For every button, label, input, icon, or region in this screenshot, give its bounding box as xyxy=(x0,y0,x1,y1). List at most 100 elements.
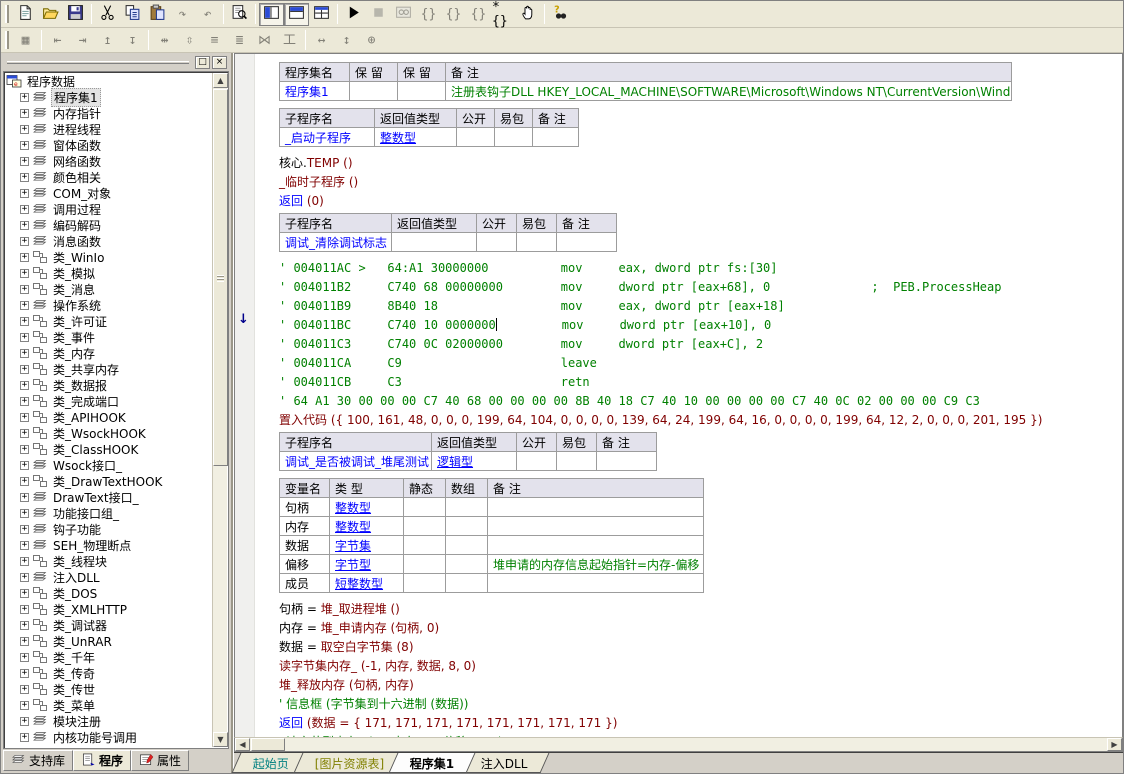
sidebar-tab-属性[interactable]: 属性 xyxy=(131,750,189,771)
tree-item-程序集1[interactable]: +程序集1 xyxy=(6,89,212,105)
tree-item-类_XMLHTTP[interactable]: +类_XMLHTTP xyxy=(6,601,212,617)
editor-tab-程序集1[interactable]: 程序集1 xyxy=(389,753,476,773)
help-find-button[interactable]: ? xyxy=(548,3,573,26)
table-cell[interactable] xyxy=(392,233,477,252)
expand-toggle-icon[interactable]: + xyxy=(20,397,29,406)
tree-item-调用过程[interactable]: +调用过程 xyxy=(6,201,212,217)
scroll-left-button[interactable]: ◀ xyxy=(235,738,250,751)
run-to-cursor-button[interactable]: *{} xyxy=(491,3,516,26)
tree-item-类_调试器[interactable]: +类_调试器 xyxy=(6,617,212,633)
table-cell[interactable] xyxy=(404,498,446,517)
table-cell[interactable] xyxy=(597,452,657,471)
table-cell[interactable]: 成员 xyxy=(280,574,330,593)
expand-toggle-icon[interactable]: + xyxy=(20,429,29,438)
expand-toggle-icon[interactable]: + xyxy=(20,237,29,246)
table-cell[interactable]: 调试_清除调试标志 xyxy=(280,233,392,252)
expand-toggle-icon[interactable]: + xyxy=(20,413,29,422)
expand-toggle-icon[interactable]: + xyxy=(20,525,29,534)
table-cell[interactable] xyxy=(446,555,488,574)
tree-item-操作系统[interactable]: +操作系统 xyxy=(6,297,212,313)
expand-toggle-icon[interactable]: + xyxy=(20,445,29,454)
panel-close-button[interactable]: × xyxy=(212,56,227,69)
scroll-up-button[interactable]: ▲ xyxy=(213,73,228,88)
tree-item-类_共享内存[interactable]: +类_共享内存 xyxy=(6,361,212,377)
tree-item-进程线程[interactable]: +进程线程 xyxy=(6,121,212,137)
table-cell[interactable]: 句柄 xyxy=(280,498,330,517)
expand-toggle-icon[interactable]: + xyxy=(20,157,29,166)
layout-grid-button[interactable] xyxy=(309,3,334,26)
expand-toggle-icon[interactable]: + xyxy=(20,381,29,390)
table-cell[interactable] xyxy=(533,128,579,147)
code-line[interactable]: 数据 = 取空白字节集 (8) xyxy=(279,638,1118,657)
scroll-right-button[interactable]: ▶ xyxy=(1107,738,1122,751)
table-cell[interactable]: 堆申请的内存信息起始指针=内存-偏移 xyxy=(488,555,704,574)
tree-item-类_菜单[interactable]: +类_菜单 xyxy=(6,697,212,713)
paste-button[interactable] xyxy=(145,3,170,26)
tree-item-DrawText接口_[interactable]: +DrawText接口_ xyxy=(6,489,212,505)
table-cell[interactable] xyxy=(404,555,446,574)
table-cell[interactable] xyxy=(557,233,617,252)
table-cell[interactable]: 逻辑型 xyxy=(432,452,517,471)
tree-item-类_线程块[interactable]: +类_线程块 xyxy=(6,553,212,569)
code-line[interactable]: 句柄 = 堆_取进程堆 () xyxy=(279,600,1118,619)
table-cell[interactable]: 偏移 xyxy=(280,555,330,574)
expand-toggle-icon[interactable]: + xyxy=(20,621,29,630)
expand-toggle-icon[interactable]: + xyxy=(20,589,29,598)
open-button[interactable] xyxy=(38,3,63,26)
expand-toggle-icon[interactable]: + xyxy=(20,637,29,646)
expand-toggle-icon[interactable]: + xyxy=(20,93,29,102)
code-line[interactable]: 读字节集内存_ (-1, 内存, 数据, 8, 0) xyxy=(279,657,1118,676)
panel-restore-button[interactable]: □ xyxy=(195,56,210,69)
tree-item-网络函数[interactable]: +网络函数 xyxy=(6,153,212,169)
table-cell[interactable] xyxy=(477,233,517,252)
table-cell[interactable]: 调试_是否被调试_堆尾测试 xyxy=(280,452,432,471)
code-line[interactable]: 内存 = 堆_申请内存 (句柄, 0) xyxy=(279,619,1118,638)
expand-toggle-icon[interactable]: + xyxy=(20,285,29,294)
table-cell[interactable] xyxy=(517,452,557,471)
expand-toggle-icon[interactable]: + xyxy=(20,317,29,326)
tree-item-消息函数[interactable]: +消息函数 xyxy=(6,233,212,249)
expand-toggle-icon[interactable]: + xyxy=(20,173,29,182)
tree-item-Wsock接口_[interactable]: +Wsock接口_ xyxy=(6,457,212,473)
table-cell[interactable] xyxy=(446,517,488,536)
sidebar-tab-程序[interactable]: 程序 xyxy=(73,750,131,771)
hscroll-thumb[interactable] xyxy=(251,738,285,751)
expand-toggle-icon[interactable]: + xyxy=(20,109,29,118)
cut-button[interactable] xyxy=(95,3,120,26)
expand-toggle-icon[interactable]: + xyxy=(20,541,29,550)
tree-item-类_内存[interactable]: +类_内存 xyxy=(6,345,212,361)
code-line[interactable]: 返回 (数据 = { 171, 171, 171, 171, 171, 171,… xyxy=(279,714,1118,733)
tree-item-窗体函数[interactable]: +窗体函数 xyxy=(6,137,212,153)
tree-item-类_传奇[interactable]: +类_传奇 xyxy=(6,665,212,681)
tree-item-注入DLL[interactable]: +注入DLL xyxy=(6,569,212,585)
expand-toggle-icon[interactable]: + xyxy=(20,669,29,678)
layout-left-button[interactable] xyxy=(259,3,284,26)
table-cell[interactable] xyxy=(457,128,495,147)
tree-item-内存指针[interactable]: +内存指针 xyxy=(6,105,212,121)
table-cell[interactable] xyxy=(446,498,488,517)
table-cell[interactable]: 内存 xyxy=(280,517,330,536)
expand-toggle-icon[interactable]: + xyxy=(20,701,29,710)
table-cell[interactable]: 整数型 xyxy=(375,128,457,147)
find-button[interactable] xyxy=(227,3,252,26)
tree-item-钩子功能[interactable]: +钩子功能 xyxy=(6,521,212,537)
code-line[interactable]: ' 004011BC C740 10 0000000 mov dword ptr… xyxy=(279,316,1118,335)
code-line[interactable]: ' 004011C3 C740 0C 02000000 mov dword pt… xyxy=(279,335,1118,354)
table-cell[interactable]: _启动子程序 xyxy=(280,128,375,147)
scroll-thumb[interactable] xyxy=(213,89,228,466)
new-button[interactable] xyxy=(13,3,38,26)
code-line[interactable]: _临时子程序 () xyxy=(279,173,1118,192)
table-cell[interactable] xyxy=(557,452,597,471)
table-cell[interactable] xyxy=(398,82,446,101)
expand-toggle-icon[interactable]: + xyxy=(20,461,29,470)
table-cell[interactable] xyxy=(404,536,446,555)
table-cell[interactable] xyxy=(488,536,704,555)
expand-toggle-icon[interactable]: + xyxy=(20,189,29,198)
tree-item-类_DrawTextHOOK[interactable]: +类_DrawTextHOOK xyxy=(6,473,212,489)
pause-hand-button[interactable] xyxy=(516,3,541,26)
expand-toggle-icon[interactable]: + xyxy=(20,301,29,310)
tree-item-类_DOS[interactable]: +类_DOS xyxy=(6,585,212,601)
scroll-down-button[interactable]: ▼ xyxy=(213,732,228,747)
expand-toggle-icon[interactable]: + xyxy=(20,685,29,694)
expand-toggle-icon[interactable]: + xyxy=(20,349,29,358)
